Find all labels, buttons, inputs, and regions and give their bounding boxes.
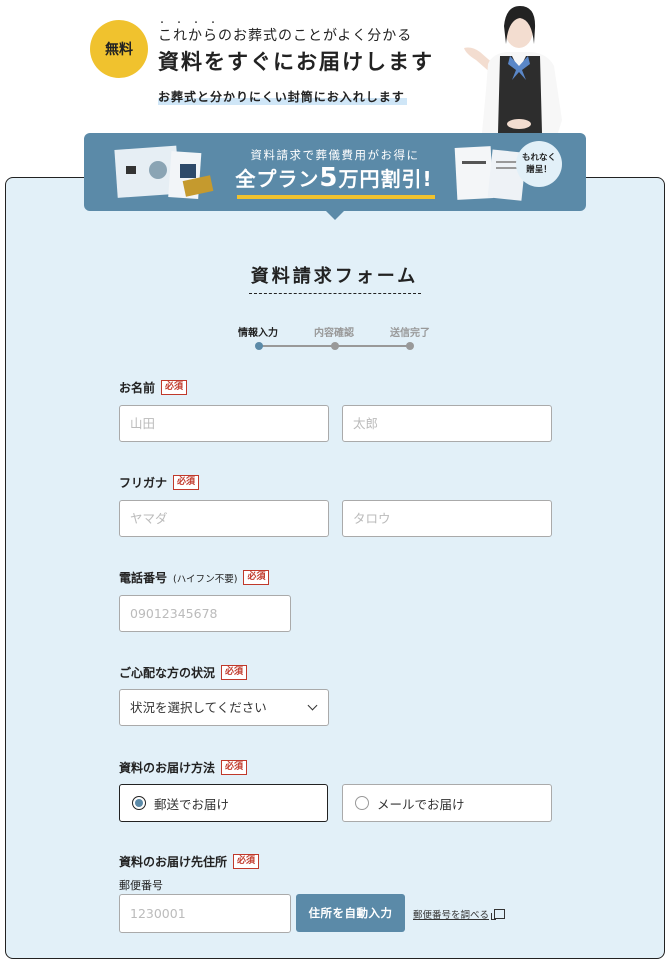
phone-note: (ハイフン不要) xyxy=(173,573,238,585)
zip-lookup-link[interactable]: 郵便番号を調べる xyxy=(413,907,506,921)
situation-label: ご心配な方の状況 必須 xyxy=(119,664,248,681)
delivery-label-text: 資料のお届け方法 xyxy=(119,761,216,775)
address-label-text: 資料のお届け先住所 xyxy=(119,855,228,869)
delivery-option-email[interactable]: メールでお届け xyxy=(342,784,552,822)
first-name-kana-input[interactable]: タロウ xyxy=(342,500,552,537)
required-badge: 必須 xyxy=(173,475,200,490)
free-badge: 無料 xyxy=(90,20,148,78)
promo-headline-prefix: 全プラン xyxy=(235,167,320,191)
promo-headline-number: 5 xyxy=(319,163,339,193)
zip-input[interactable]: 1230001 xyxy=(119,894,291,933)
emphasis-dots: ・・・・ xyxy=(158,18,226,27)
step-input: 情報入力 xyxy=(238,328,278,339)
kana-label-text: フリガナ xyxy=(119,476,168,490)
step-confirm: 内容確認 xyxy=(314,328,354,339)
address-label: 資料のお届け先住所 必須 xyxy=(119,853,260,870)
form-card xyxy=(5,177,665,959)
zip-lookup-link-text[interactable]: 郵便番号を調べる xyxy=(413,907,489,921)
auto-fill-address-button[interactable]: 住所を自動入力 xyxy=(296,894,405,932)
required-badge: 必須 xyxy=(243,570,270,585)
step-dot-complete xyxy=(406,342,414,350)
gift-bubble-line2: 贈呈！ xyxy=(526,165,552,175)
hero-subtitle: ・・・・ これからのお葬式のことがよく分かる xyxy=(158,18,413,45)
hero-note: お葬式と分かりにくい封筒にお入れします xyxy=(158,88,407,105)
situation-selected-value: 状況を選択してください xyxy=(130,700,267,715)
progress-steps: 情報入力 内容確認 送信完了 xyxy=(238,324,438,354)
delivery-option-post[interactable]: 郵送でお届け xyxy=(119,784,328,822)
first-name-input[interactable]: 太郎 xyxy=(342,405,552,442)
zip-label: 郵便番号 xyxy=(119,879,163,892)
required-badge: 必須 xyxy=(161,380,188,395)
name-label: お名前 必須 xyxy=(119,379,188,396)
step-dot-confirm xyxy=(331,342,339,350)
title-divider xyxy=(249,293,421,294)
required-badge: 必須 xyxy=(233,854,260,869)
required-badge: 必須 xyxy=(221,760,248,775)
promo-underline xyxy=(237,195,435,199)
situation-label-text: ご心配な方の状況 xyxy=(119,666,216,680)
external-link-icon xyxy=(491,909,506,920)
last-name-input[interactable]: 山田 xyxy=(119,405,329,442)
step-dot-input xyxy=(255,342,263,350)
hero-banner: 無料 ・・・・ これからのお葬式のことがよく分かる 資料をすぐにお届けします お… xyxy=(0,0,669,135)
phone-input[interactable]: 09012345678 xyxy=(119,595,291,632)
hero-subtitle-text: これからのお葬式のことがよく分かる xyxy=(158,28,413,44)
chevron-down-icon xyxy=(307,700,318,711)
promo-pointer xyxy=(325,210,345,220)
radio-unchecked-icon[interactable] xyxy=(355,796,369,810)
radio-checked-icon[interactable] xyxy=(132,796,146,810)
hero-title: 資料をすぐにお届けします xyxy=(158,50,434,74)
staff-person-image xyxy=(464,6,562,133)
delivery-option-email-label: メールでお届け xyxy=(377,796,465,812)
phone-label: 電話番号 (ハイフン不要) 必須 xyxy=(119,569,270,586)
required-badge: 必須 xyxy=(221,665,248,680)
name-label-text: お名前 xyxy=(119,381,156,395)
situation-select[interactable]: 状況を選択してください xyxy=(119,689,329,726)
promo-banner[interactable]: 資料請求で葬儀費用がお得に 全プラン5万円割引! もれなく 贈呈！ xyxy=(84,133,586,220)
step-complete: 送信完了 xyxy=(390,328,430,339)
promo-headline: 全プラン5万円割引! xyxy=(234,163,434,193)
gift-bubble-line1: もれなく xyxy=(521,153,556,163)
free-badge-text: 無料 xyxy=(105,42,133,58)
promo-headline-suffix: 万円割引! xyxy=(338,167,433,191)
delivery-label: 資料のお届け方法 必須 xyxy=(119,759,248,776)
gift-bubble: もれなく 贈呈！ xyxy=(516,141,562,187)
phone-label-text: 電話番号 xyxy=(119,571,168,585)
last-name-kana-input[interactable]: ヤマダ xyxy=(119,500,329,537)
kana-label: フリガナ 必須 xyxy=(119,474,200,491)
form-title: 資料請求フォーム xyxy=(250,266,419,287)
delivery-option-post-label: 郵送でお届け xyxy=(154,796,230,812)
